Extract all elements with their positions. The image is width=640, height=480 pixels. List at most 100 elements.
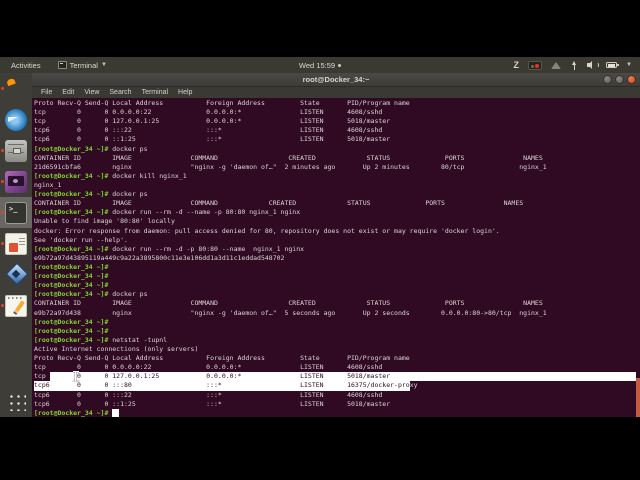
network-icon[interactable] xyxy=(570,57,578,73)
screen-recorder-icon[interactable] xyxy=(528,57,543,73)
dock-item-virtualbox[interactable] xyxy=(0,259,32,290)
notification-dot-icon xyxy=(338,63,342,67)
letterbox-bottom xyxy=(0,417,640,480)
terminal-line: [root@Docker_34 ~]# docker ps xyxy=(34,145,636,154)
terminal-text: docker run --rm -d --name -p 80:80 nginx… xyxy=(108,208,301,217)
selected-text: tcp6 0 0 :::80 :::* LISTEN 16375/docker-… xyxy=(34,381,410,391)
show-apps-grid-icon xyxy=(6,392,26,411)
terminal-line: [root@Docker_34 ~]# xyxy=(34,327,636,336)
terminal-text: xy xyxy=(409,381,418,390)
terminal-line: tcp6 0 0 ::1:25 :::* LISTEN 5018/master xyxy=(34,400,636,409)
terminal-line: [root@Docker_34 ~]# xyxy=(34,281,636,290)
terminal-text: netstat -tupnl xyxy=(108,335,168,344)
terminal-text: CONTAINER ID IMAGE COMMAND CREATED STATU… xyxy=(34,299,543,308)
terminal-text: tcp xyxy=(34,372,50,381)
terminal-text: Proto Recv-Q Send-Q Local Address Foreig… xyxy=(34,99,410,107)
terminal-text: docker: Error response from daemon: pull… xyxy=(34,226,500,235)
shell-prompt: [root@Docker_34 ~]# xyxy=(34,208,109,217)
menubar: File Edit View Search Terminal Help xyxy=(32,87,640,98)
running-indicator-dot xyxy=(1,241,4,245)
dock-item-libreoffice-impress[interactable] xyxy=(0,228,32,259)
shell-prompt: [root@Docker_34 ~]# xyxy=(34,408,109,417)
scrollbar-thumb[interactable] xyxy=(636,378,640,417)
running-indicator-dot xyxy=(1,179,4,183)
terminal-line: tcp6 0 0 :::80 :::* LISTEN 16375/docker-… xyxy=(34,381,636,391)
menu-item-view[interactable]: View xyxy=(79,89,104,96)
terminal-text: e9b72a97d438 nginx "nginx -g 'daemon of…… xyxy=(34,308,547,317)
terminal-line: Proto Recv-Q Send-Q Local Address Foreig… xyxy=(34,354,636,363)
menu-item-file[interactable]: File xyxy=(36,89,57,96)
battery-icon[interactable] xyxy=(606,57,619,73)
terminal-text: tcp6 0 0 :::22 :::* LISTEN 4608/sshd xyxy=(34,390,383,399)
clock-label: Wed 15:59 xyxy=(298,60,336,70)
terminal-line: e9b72a97d43895119a449c9a22a3895800c11e3e… xyxy=(34,254,636,263)
dock-item-terminal[interactable] xyxy=(0,197,32,228)
maximize-button[interactable] xyxy=(615,75,624,84)
terminal-text: tcp6 0 0 ::1:25 :::* LISTEN 5018/master xyxy=(34,399,391,408)
terminal-line: [root@Docker_34 ~]# xyxy=(34,318,636,327)
dock-item-files[interactable] xyxy=(0,135,32,166)
volume-icon[interactable] xyxy=(587,57,599,73)
notes-icon xyxy=(5,294,27,317)
menu-item-edit[interactable]: Edit xyxy=(57,89,79,96)
terminal-viewport[interactable]: Proto Recv-Q Send-Q Local Address Foreig… xyxy=(32,98,640,417)
terminal-text: docker run --rm -d -p 80:80 --name nginx… xyxy=(108,244,305,253)
terminal-text: See 'docker run --help'. xyxy=(34,235,128,244)
dock-item-notes[interactable] xyxy=(0,290,32,321)
titlebar[interactable]: root@Docker_34:~ xyxy=(32,73,640,87)
terminal-text: e9b72a97d43895119a449c9a22a3895800c11e3e… xyxy=(34,253,285,262)
terminal-line: [root@Docker_34 ~]# xyxy=(34,272,636,281)
selected-text: 0 0 127.0.0.1:25 0.0.0.0:* LISTEN 5018/m… xyxy=(49,372,636,382)
terminal-line: [root@Docker_34 ~]# docker ps xyxy=(34,290,636,299)
terminal-line: CONTAINER ID IMAGE COMMAND CREATED STATU… xyxy=(34,154,636,163)
menu-item-search[interactable]: Search xyxy=(104,89,136,96)
terminal-text: CONTAINER ID IMAGE COMMAND CREATED STATU… xyxy=(34,153,543,162)
terminal-line: [root@Docker_34 ~]# xyxy=(34,408,636,417)
terminal-line: tcp 0 0 127.0.0.1:25 0.0.0.0:* LISTEN 50… xyxy=(34,117,636,126)
terminal-line: 21d6591cbfa6 nginx "nginx -g 'daemon of…… xyxy=(34,163,636,172)
shell-prompt: [root@Docker_34 ~]# xyxy=(34,171,109,180)
terminal-line: docker: Error response from daemon: pull… xyxy=(34,227,636,236)
file-cabinet-icon xyxy=(5,139,27,162)
running-indicator-dot xyxy=(1,86,4,90)
terminal-output: Proto Recv-Q Send-Q Local Address Foreig… xyxy=(32,98,640,417)
dock-item-thunderbird[interactable] xyxy=(0,104,32,135)
terminal-line: tcp 0 0 0.0.0.0:22 0.0.0.0:* LISTEN 4608… xyxy=(34,363,636,372)
terminal-line: tcp 0 0 127.0.0.1:25 0.0.0.0:* LISTEN 50… xyxy=(34,372,636,382)
dock-item-show-applications[interactable] xyxy=(0,386,32,417)
terminal-line: Unable to find image '80:80' locally xyxy=(34,217,636,226)
shell-prompt: [root@Docker_34 ~]# xyxy=(34,326,109,335)
terminal-text: tcp 0 0 127.0.0.1:25 0.0.0.0:* LISTEN 50… xyxy=(34,117,391,126)
shell-prompt: [root@Docker_34 ~]# xyxy=(34,335,109,344)
terminal-line: Active Internet connections (only server… xyxy=(34,345,636,354)
terminal-line: [root@Docker_34 ~]# docker kill nginx_1 xyxy=(34,172,636,181)
terminal-line: [root@Docker_34 ~]# xyxy=(34,263,636,272)
firefox-icon xyxy=(5,78,27,100)
terminal-text: docker kill nginx_1 xyxy=(108,171,187,180)
shell-prompt: [root@Docker_34 ~]# xyxy=(34,190,109,199)
menu-item-help[interactable]: Help xyxy=(173,89,197,96)
menu-item-terminal[interactable]: Terminal xyxy=(137,89,173,96)
dock-item-screenshot-app[interactable] xyxy=(0,166,32,197)
close-button[interactable] xyxy=(627,75,636,84)
terminal-text: tcp 0 0 0.0.0.0:22 0.0.0.0:* LISTEN 4608… xyxy=(34,363,383,372)
dock xyxy=(0,73,32,417)
running-indicator-dot xyxy=(1,303,4,307)
terminal-window: root@Docker_34:~ File Edit View Search Termi… xyxy=(32,73,640,417)
terminal-line: CONTAINER ID IMAGE COMMAND CREATED STATU… xyxy=(34,299,636,308)
virtualbox-icon xyxy=(5,264,27,286)
running-indicator-dot xyxy=(1,210,4,214)
terminal-icon xyxy=(5,201,27,224)
terminal-line: See 'docker run --help'. xyxy=(34,236,636,245)
dock-item-firefox[interactable] xyxy=(0,73,32,104)
letterbox-top xyxy=(0,0,640,57)
terminal-cursor xyxy=(112,408,120,417)
terminal-line: nginx_1 xyxy=(34,181,636,190)
clock[interactable]: Wed 15:59 xyxy=(0,61,640,70)
terminal-text: docker ps xyxy=(108,144,148,153)
terminal-line: tcp6 0 0 :::22 :::* LISTEN 4608/sshd xyxy=(34,126,636,135)
terminal-text: 21d6591cbfa6 nginx "nginx -g 'daemon of…… xyxy=(34,162,547,171)
shell-prompt: [root@Docker_34 ~]# xyxy=(34,262,109,271)
window-title: root@Docker_34:~ xyxy=(302,75,370,84)
minimize-button[interactable] xyxy=(603,75,612,84)
